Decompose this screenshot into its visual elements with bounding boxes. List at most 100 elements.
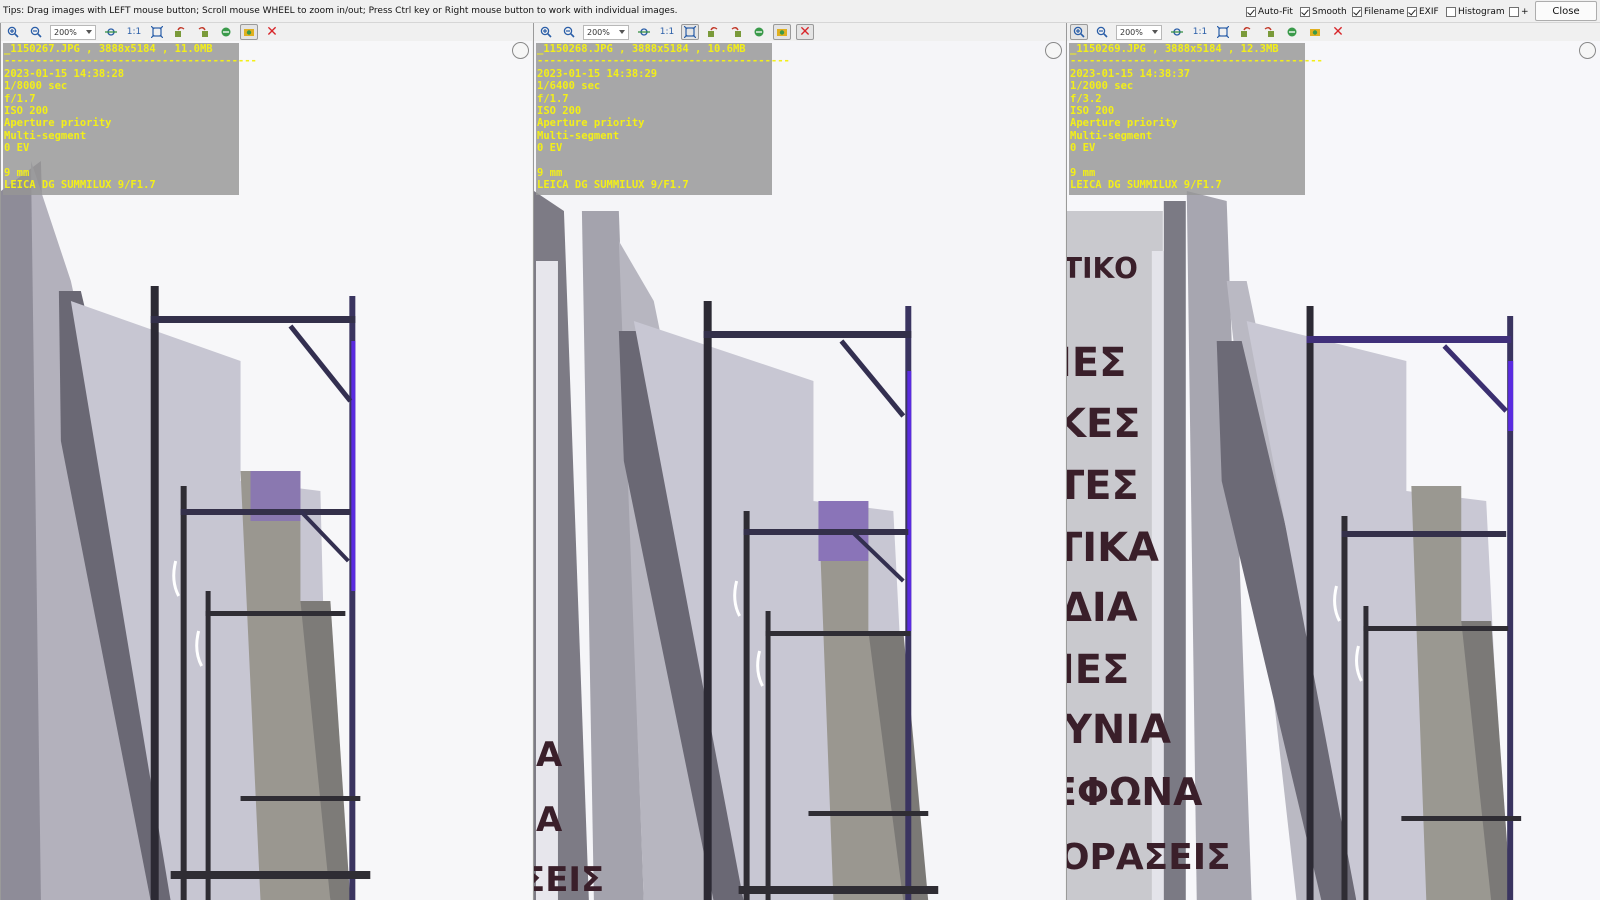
sync-icon[interactable] <box>1306 24 1324 40</box>
exif-shutter: 1/8000 sec <box>4 80 68 93</box>
sign-letter: ΤΕΣ <box>1067 463 1139 509</box>
exif-iso: ISO 200 <box>1070 104 1115 117</box>
sync-icon[interactable] <box>773 24 791 40</box>
filename-option[interactable]: Filename <box>1352 5 1405 18</box>
smooth-checkbox[interactable] <box>1300 6 1310 17</box>
zoom-out-icon[interactable] <box>1093 24 1111 40</box>
fit-window-icon[interactable] <box>148 24 166 40</box>
plus-option[interactable]: + <box>1509 5 1529 18</box>
exif-blank <box>4 155 239 167</box>
zoom-select[interactable]: 200% <box>50 24 96 40</box>
exif-separator: ---------------------------------------- <box>4 55 257 68</box>
fit-arrows-icon[interactable] <box>102 24 120 40</box>
rotate-right-icon[interactable] <box>194 24 212 40</box>
exif-datetime: 2023-01-15 14:38:29 <box>537 67 658 80</box>
exif-aperture: f/1.7 <box>537 92 569 105</box>
exif-label: EXIF <box>1419 6 1439 17</box>
rotate-left-icon[interactable] <box>704 24 722 40</box>
fit-arrows-icon[interactable] <box>1168 24 1186 40</box>
filename-checkbox[interactable] <box>1352 6 1362 17</box>
histogram-option[interactable]: Histogram <box>1446 5 1505 18</box>
exif-mode: Aperture priority <box>1070 117 1178 130</box>
filename-line: _1150267.JPG , 3888x5184 , 11.0MB <box>4 43 213 55</box>
sign-letter: ΤΙΚΟ <box>1067 252 1138 285</box>
image-viewport[interactable]: _1150267.JPG , 3888x5184 , 11.0MB ------… <box>1 41 532 900</box>
exif-ev: 0 EV <box>537 142 563 155</box>
exif-focal: 9 mm <box>1070 166 1096 179</box>
select-circle-button[interactable] <box>1045 42 1062 59</box>
select-circle-button[interactable] <box>1579 42 1596 59</box>
smooth-option[interactable]: Smooth <box>1300 5 1347 18</box>
close-image-icon[interactable]: ✕ <box>1329 24 1347 40</box>
sign-letter: ΤΙΚΑ <box>1067 525 1159 571</box>
exif-aperture: f/1.7 <box>4 92 36 105</box>
zoom-select[interactable]: 200% <box>583 24 629 40</box>
rotate-right-icon[interactable] <box>727 24 745 40</box>
exif-overlay: _1150269.JPG , 3888x5184 , 12.3MB ------… <box>1069 43 1323 195</box>
zoom-out-icon[interactable] <box>560 24 578 40</box>
exif-lens: LEICA DG SUMMILUX 9/F1.7 <box>537 179 689 192</box>
auto-fit-label: Auto-Fit <box>1258 6 1293 17</box>
close-button[interactable]: Close <box>1535 1 1597 21</box>
sign-letter: Α <box>536 735 563 775</box>
sign-letter: Α <box>536 800 563 840</box>
chevron-down-icon <box>1152 29 1158 34</box>
exif-datetime: 2023-01-15 14:38:37 <box>1070 67 1191 80</box>
fit-window-icon[interactable] <box>681 24 699 40</box>
sign-letter: ΚΕΣ <box>1067 401 1140 447</box>
image-pane-3[interactable]: 200% 1:1 ✕ ΤΙΚΟ ΕΣ ΚΕΣ ΤΕΣ ΤΙΚΑ ΔΙΑ ΙΕΣ … <box>1066 23 1600 900</box>
select-circle-button[interactable] <box>512 42 529 59</box>
close-image-icon[interactable]: ✕ <box>796 24 814 40</box>
zoom-in-icon[interactable] <box>1070 24 1088 40</box>
one-to-one-button[interactable]: 1:1 <box>658 24 676 40</box>
filename-line: _1150269.JPG , 3888x5184 , 12.3MB <box>1070 43 1279 55</box>
exif-ev: 0 EV <box>1070 142 1096 155</box>
sign-letter: ΙΕΣ <box>1067 340 1126 386</box>
exif-metering: Multi-segment <box>4 129 87 142</box>
exif-lens: LEICA DG SUMMILUX 9/F1.7 <box>4 179 156 192</box>
zoom-value: 200% <box>587 27 610 37</box>
histogram-checkbox[interactable] <box>1446 6 1456 17</box>
exif-separator: ---------------------------------------- <box>537 55 790 68</box>
exif-aperture: f/3.2 <box>1070 92 1102 105</box>
exif-separator: ---------------------------------------- <box>1070 55 1323 68</box>
fit-arrows-icon[interactable] <box>635 24 653 40</box>
plus-checkbox[interactable] <box>1509 6 1519 17</box>
exif-ev: 0 EV <box>4 142 30 155</box>
zoom-out-icon[interactable] <box>27 24 45 40</box>
exif-shutter: 1/2000 sec <box>1070 80 1134 93</box>
exif-overlay: _1150268.JPG , 3888x5184 , 10.6MB ------… <box>536 43 790 195</box>
flip-icon[interactable] <box>217 24 235 40</box>
zoom-in-icon[interactable] <box>537 24 555 40</box>
image-viewport[interactable]: ΤΙΚΟ ΙΕΣ ΚΕΣ ΤΕΣ ΤΙΚΑ ΔΙΑ ΙΙΕΣ ΥΝΙΑ ΕΦΩΝ… <box>1067 41 1600 900</box>
top-bar: Tips: Drag images with LEFT mouse button… <box>0 0 1600 23</box>
sign-letter: ΔΙΑ <box>1067 585 1138 631</box>
flip-icon[interactable] <box>750 24 768 40</box>
one-to-one-button[interactable]: 1:1 <box>125 24 143 40</box>
close-image-icon[interactable]: ✕ <box>263 24 281 40</box>
auto-fit-option[interactable]: Auto-Fit <box>1246 5 1293 18</box>
zoom-select[interactable]: 200% <box>1116 24 1162 40</box>
exif-metering: Multi-segment <box>537 129 620 142</box>
zoom-in-icon[interactable] <box>4 24 22 40</box>
exif-shutter: 1/6400 sec <box>537 80 601 93</box>
exif-lens: LEICA DG SUMMILUX 9/F1.7 <box>1070 179 1222 192</box>
smooth-label: Smooth <box>1312 6 1347 17</box>
flip-icon[interactable] <box>1283 24 1301 40</box>
fit-window-icon[interactable] <box>1214 24 1232 40</box>
rotate-left-icon[interactable] <box>171 24 189 40</box>
rotate-right-icon[interactable] <box>1260 24 1278 40</box>
auto-fit-checkbox[interactable] <box>1246 6 1256 17</box>
one-to-one-button[interactable]: 1:1 <box>1191 24 1209 40</box>
rotate-left-icon[interactable] <box>1237 24 1255 40</box>
sign-letter: ΣΕΙΣ <box>534 860 604 900</box>
image-pane-1[interactable]: 200% 1:1 ✕ _1150267.JPG , 3888x5184 , 11… <box>0 23 532 900</box>
pane-toolbar: 200% 1:1 ✕ <box>534 23 1065 41</box>
sync-icon[interactable] <box>240 24 258 40</box>
image-viewport[interactable]: Α Α ΣΕΙΣ _1150268.JPG , 3888x5184 , 10.6… <box>534 41 1065 900</box>
plus-label: + <box>1521 6 1529 17</box>
exif-option[interactable]: EXIF <box>1407 5 1439 18</box>
image-pane-2[interactable]: 200% 1:1 ✕ Α Α ΕΙΣ _1150268.JPG , 3888x5… <box>533 23 1065 900</box>
exif-checkbox[interactable] <box>1407 6 1417 17</box>
exif-overlay: _1150267.JPG , 3888x5184 , 11.0MB ------… <box>3 43 257 195</box>
